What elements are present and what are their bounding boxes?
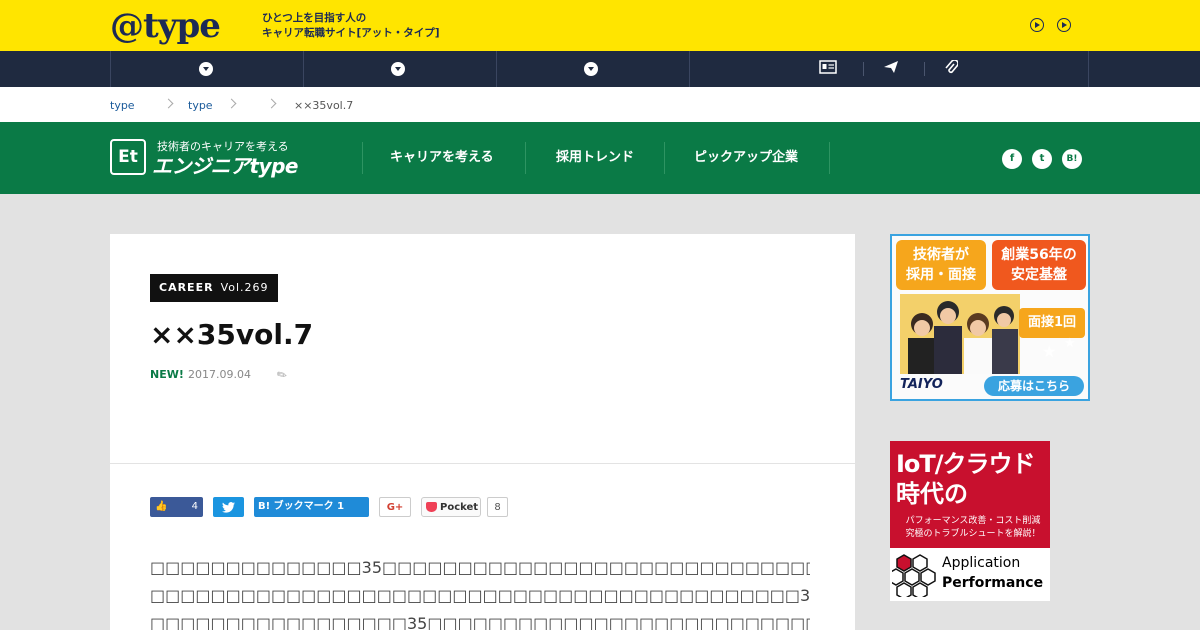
ad-headline: IoT/クラウド (896, 450, 1036, 478)
badge-volume: Vol.269 (220, 281, 269, 294)
pocket-count: 8 (487, 497, 508, 517)
article-card: CAREER Vol.269 ××35vol.7 NEW! 2017.09.04 … (110, 234, 855, 630)
google-plus-button[interactable]: G+ (379, 497, 411, 517)
paper-plane-icon[interactable] (881, 60, 901, 78)
global-nav (0, 51, 1200, 87)
article-date: 2017.09.04 (188, 368, 251, 381)
people-photo (900, 294, 1020, 374)
chevron-right-icon (163, 98, 174, 109)
section-header: Et 技術者のキャリアを考える エンジニアtype キャリアを考える 採用トレン… (0, 122, 1200, 194)
article-body: □□□□□□□□□□□□□□35□□□□□□□□□□□□□□□□□□□□□□□□… (150, 554, 810, 630)
nav-divider (664, 142, 665, 174)
chevron-down-icon (584, 62, 598, 76)
hatena-bookmark-icon[interactable]: B! (1062, 149, 1082, 169)
like-count: 4 (191, 501, 198, 512)
article-divider (110, 463, 855, 464)
body-line: □□□□□□□□□□□□□□□□□□□□□□□□□□□□□□□□□□□□□□□□… (150, 586, 810, 605)
ad-headline-c: 面接1回 (1019, 308, 1085, 338)
brand-name[interactable]: エンジニアtype (152, 154, 298, 178)
ad-headline-a: 技術者が 採用・面接 (896, 240, 986, 290)
nav-menu-1[interactable] (110, 51, 303, 87)
pocket-button[interactable]: Pocket (421, 497, 481, 517)
play-circle-icon[interactable] (1057, 18, 1071, 32)
tweet-button[interactable] (213, 497, 244, 517)
nav-tools (689, 51, 1089, 87)
badge-category: CAREER (159, 281, 214, 294)
brand-mark[interactable]: Et (110, 139, 146, 175)
ad-headline-2: 時代の (896, 480, 968, 508)
breadcrumb: type type ××35vol.7 (0, 87, 1200, 122)
star-icon: ★ (1042, 342, 1057, 361)
article-badge[interactable]: CAREER Vol.269 (150, 274, 278, 302)
ad-subtext: パフォーマンス改善・コスト削減 究極のトラブルシュートを解説！ (905, 516, 1041, 539)
breadcrumb-link[interactable]: type (188, 99, 213, 113)
twitter-bird-icon (222, 502, 235, 513)
chevron-right-icon (226, 98, 237, 109)
chevron-down-icon (391, 62, 405, 76)
tag-icon[interactable]: ✎ (274, 366, 290, 383)
body-line: □□□□□□□□□□□□□□35□□□□□□□□□□□□□□□□□□□□□□□□… (150, 558, 810, 577)
chevron-down-icon (199, 62, 213, 76)
nav-companies[interactable]: ピックアップ企業 (694, 149, 798, 166)
nav-divider (829, 142, 830, 174)
recruit-ad-banner[interactable]: 技術者が 採用・面接 創業56年の 安定基盤 面接1回 ★ ★ TAIYO 応募… (890, 234, 1090, 401)
breadcrumb-link[interactable]: type (110, 99, 135, 113)
play-circle-icon[interactable] (1030, 18, 1044, 32)
ad-headline-b: 創業56年の 安定基盤 (992, 240, 1086, 290)
nav-divider (924, 62, 925, 76)
site-logo[interactable]: @type (110, 6, 221, 46)
new-label: NEW! (150, 368, 184, 381)
nav-menu-3[interactable] (496, 51, 689, 87)
nav-divider (362, 142, 363, 174)
chevron-right-icon (266, 98, 277, 109)
facebook-like-button[interactable]: 👍 4 (150, 497, 203, 517)
breadcrumb-current: ××35vol.7 (294, 99, 354, 112)
thumbs-up-icon: 👍 (155, 501, 168, 512)
site-tagline: ひとつ上を目指す人の キャリア転職サイト[アット・タイプ] (262, 12, 440, 39)
ad-logo-line1: Application (942, 555, 1021, 571)
apm-ad-banner[interactable]: IoT/クラウド 時代の パフォーマンス改善・コスト削減 究極のトラブルシュート… (890, 441, 1050, 601)
article-title: ××35vol.7 (150, 318, 314, 351)
brand-subtitle: 技術者のキャリアを考える (157, 140, 289, 153)
nav-divider (863, 62, 864, 76)
ad-apply-button[interactable]: 応募はこちら (984, 376, 1084, 396)
star-icon: ★ (1064, 336, 1076, 351)
id-card-icon[interactable] (818, 60, 838, 78)
nav-career[interactable]: キャリアを考える (390, 149, 494, 166)
twitter-icon[interactable]: t (1032, 149, 1052, 169)
top-bar: @type ひとつ上を目指す人の キャリア転職サイト[アット・タイプ] (0, 0, 1200, 51)
nav-menu-2[interactable] (303, 51, 496, 87)
paperclip-icon[interactable] (941, 59, 961, 78)
ad-red-panel: IoT/クラウド 時代の パフォーマンス改善・コスト削減 究極のトラブルシュート… (890, 441, 1050, 548)
hexagon-logo-icon (892, 554, 936, 597)
ad-company-logo: TAIYO (900, 377, 943, 392)
nav-trends[interactable]: 採用トレンド (556, 149, 634, 166)
hatena-bookmark-button[interactable]: B! ブックマーク 1 (254, 497, 369, 517)
nav-divider (525, 142, 526, 174)
ad-logo-line2: Performance (942, 575, 1044, 591)
body-line: □□□□□□□□□□□□□□□□□35□□□□□□□□□□□□□□□□□□□□□… (150, 614, 810, 630)
facebook-icon[interactable]: f (1002, 149, 1022, 169)
